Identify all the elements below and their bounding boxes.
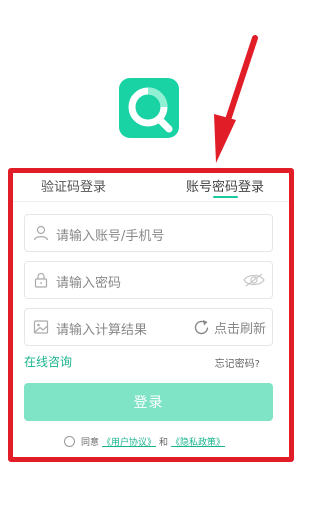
app-logo [119, 78, 179, 138]
eye-icon[interactable] [243, 272, 265, 288]
agreement-row: 同意 《用户协议》 和 《隐私政策》 [64, 434, 225, 448]
tab-password-login[interactable]: 账号密码登录 [186, 176, 264, 195]
tab-sms-login[interactable]: 验证码登录 [41, 176, 106, 195]
tabs-divider [13, 201, 289, 202]
refresh-icon [194, 319, 209, 334]
user-icon [33, 225, 49, 241]
agree-radio-icon[interactable] [64, 435, 75, 447]
image-icon [33, 320, 49, 334]
account-placeholder: 请输入账号/手机号 [56, 229, 165, 244]
user-agreement-link[interactable]: 《用户协议》 [102, 435, 156, 448]
captcha-placeholder: 请输入计算结果 [56, 323, 148, 338]
forgot-password-link[interactable]: 忘记密码? [215, 355, 260, 370]
agree-prefix: 同意 [81, 437, 100, 448]
captcha-field[interactable]: 请输入计算结果 点击刷新 [24, 308, 273, 346]
lock-icon [34, 272, 48, 288]
online-consult-link[interactable]: 在线咨询 [24, 353, 72, 370]
login-button[interactable]: 登录 [24, 383, 273, 421]
password-placeholder: 请输入密码 [56, 276, 122, 291]
privacy-policy-link[interactable]: 《隐私政策》 [171, 435, 225, 448]
password-field[interactable]: 请输入密码 [24, 261, 273, 299]
annotation-arrow [214, 35, 258, 163]
login-screen: 验证码登录 账号密码登录 请输入账号/手机号 请输入密码 请输入计算结果 点击刷… [0, 0, 300, 515]
login-tabs: 验证码登录 账号密码登录 [13, 172, 289, 202]
refresh-label: 点击刷新 [213, 321, 266, 337]
refresh-captcha-button[interactable]: 点击刷新 [193, 317, 266, 337]
account-field[interactable]: 请输入账号/手机号 [24, 214, 273, 252]
active-tab-indicator [213, 196, 238, 198]
agree-and: 和 [159, 437, 169, 448]
